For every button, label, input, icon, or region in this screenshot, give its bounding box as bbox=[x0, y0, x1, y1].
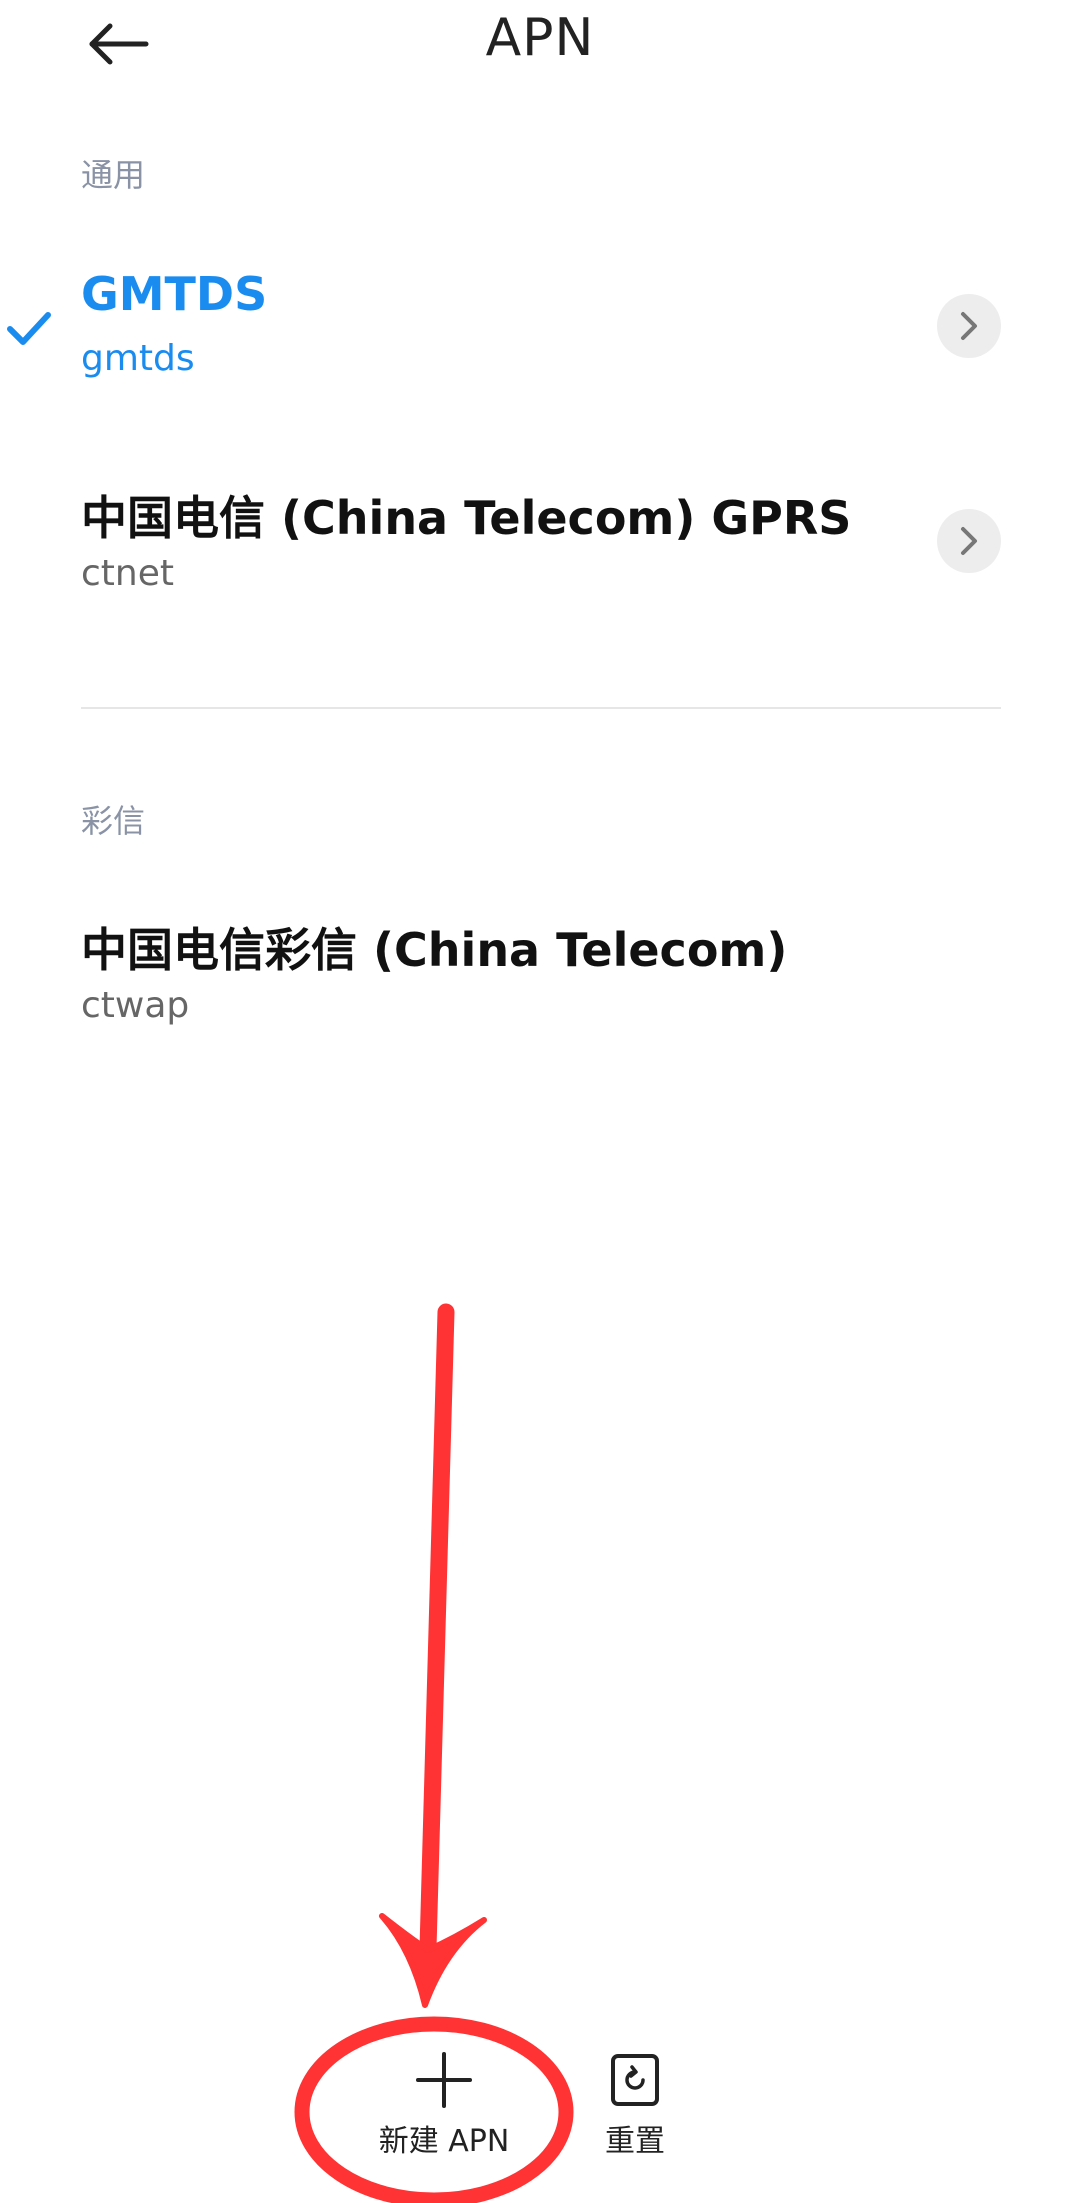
apn-value: ctwap bbox=[81, 985, 190, 1026]
apn-item-ctwap[interactable]: 中国电信彩信 (China Telecom) ctwap bbox=[0, 882, 1080, 1062]
chevron-right-icon bbox=[961, 527, 977, 555]
apn-item-ctnet[interactable]: 中国电信 (China Telecom) GPRS ctnet bbox=[0, 450, 1080, 630]
reset-icon bbox=[611, 2054, 659, 2106]
apn-name: 中国电信彩信 (China Telecom) bbox=[81, 923, 788, 977]
apn-details-button[interactable] bbox=[937, 509, 1001, 573]
apn-item-gmtds[interactable]: GMTDS gmtds bbox=[0, 235, 1080, 415]
new-apn-label: 新建 APN bbox=[378, 2124, 510, 2159]
apn-value: gmtds bbox=[81, 338, 195, 379]
bottom-action-bar: 新建 APN 重置 bbox=[0, 2050, 1080, 2203]
chevron-right-icon bbox=[961, 312, 977, 340]
reset-label: 重置 bbox=[605, 2124, 665, 2159]
page-title: APN bbox=[485, 8, 595, 68]
new-apn-button[interactable]: 新建 APN bbox=[364, 2050, 524, 2160]
apn-value: ctnet bbox=[81, 553, 174, 594]
header: APN bbox=[0, 0, 1080, 90]
annotation-arrow bbox=[379, 1303, 487, 2008]
section-label-general: 通用 bbox=[81, 156, 146, 194]
apn-name: 中国电信 (China Telecom) GPRS bbox=[81, 491, 852, 545]
section-label-mms: 彩信 bbox=[81, 802, 146, 840]
section-divider bbox=[81, 707, 1001, 709]
apn-name: GMTDS bbox=[81, 267, 268, 321]
apn-details-button[interactable] bbox=[937, 294, 1001, 358]
plus-icon bbox=[416, 2052, 472, 2108]
check-icon bbox=[7, 312, 51, 345]
reset-button[interactable]: 重置 bbox=[580, 2050, 690, 2160]
